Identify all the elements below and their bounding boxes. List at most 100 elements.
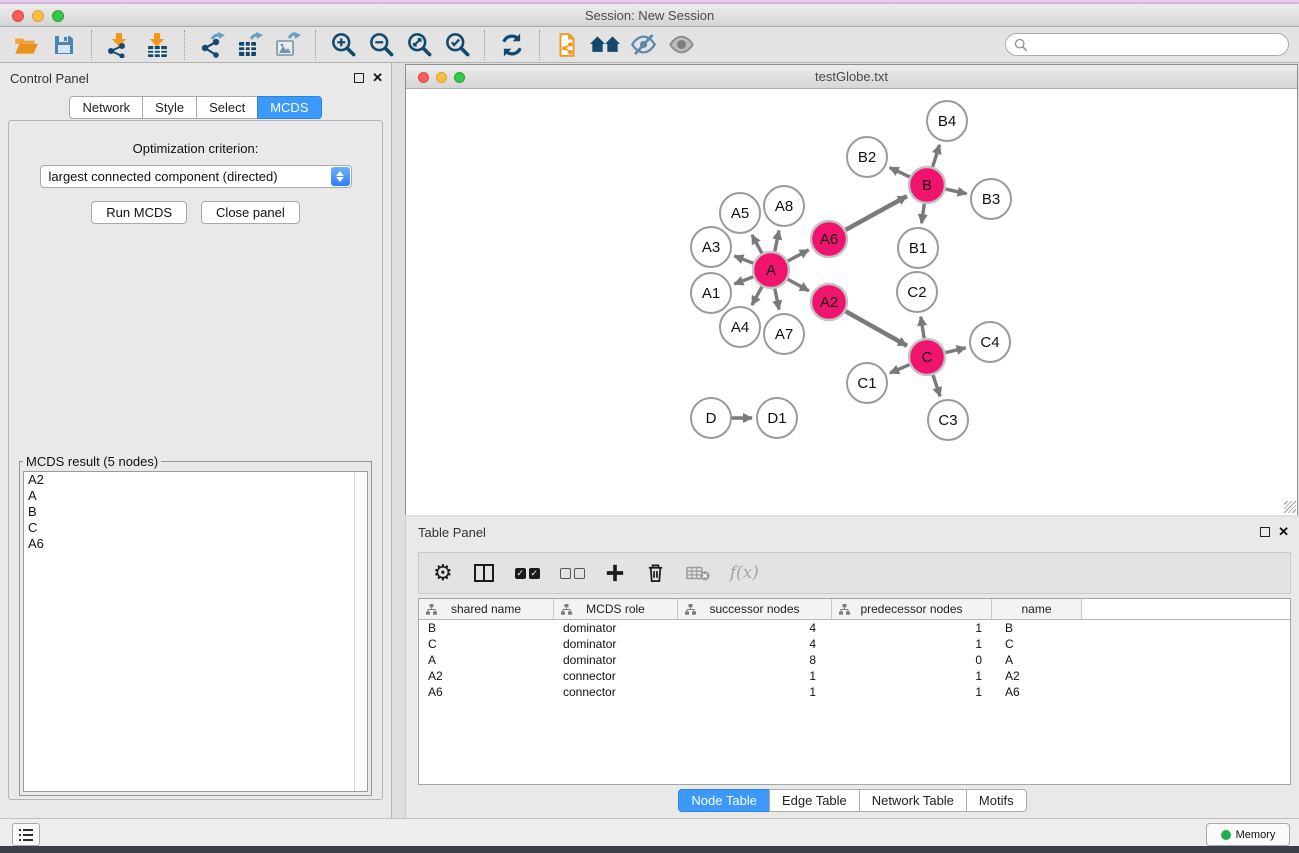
graph-edge-A-A4[interactable] <box>752 287 762 305</box>
node-table[interactable]: shared name MCDS role successor nodes pr… <box>418 598 1291 785</box>
graph-node-label-C4: C4 <box>980 334 999 351</box>
tab-network[interactable]: Network <box>69 96 143 119</box>
result-list-item[interactable]: B <box>24 504 367 520</box>
export-network-button[interactable] <box>196 29 228 61</box>
graph-edge-A-A8[interactable] <box>775 230 779 251</box>
column-header-name[interactable]: name <box>992 599 1082 619</box>
delete-column-button[interactable] <box>645 562 666 584</box>
graph-edge-A-A2[interactable] <box>788 279 809 291</box>
search-input[interactable] <box>1033 38 1280 52</box>
zoom-out-icon <box>368 31 395 58</box>
graph-edge-C-C4[interactable] <box>945 348 965 353</box>
cell-successor-nodes: 4 <box>678 636 832 652</box>
result-list-scrollbar[interactable] <box>354 472 367 791</box>
tab-edge-table[interactable]: Edge Table <box>769 789 860 812</box>
graph-edge-A-A1[interactable] <box>734 277 753 284</box>
result-list-item[interactable]: A6 <box>24 536 367 552</box>
network-minimize-button[interactable] <box>436 72 447 83</box>
table-row[interactable]: B dominator 4 1 B <box>419 620 1290 636</box>
column-header-mcds-role[interactable]: MCDS role <box>554 599 678 619</box>
column-header-successor-nodes[interactable]: successor nodes <box>678 599 832 619</box>
table-row[interactable]: A dominator 8 0 A <box>419 652 1290 668</box>
graph-node-label-A2: A2 <box>820 294 838 311</box>
graph-edge-A-A6[interactable] <box>788 250 809 261</box>
column-header-shared-name[interactable]: shared name <box>419 599 554 619</box>
tab-node-table[interactable]: Node Table <box>678 789 770 812</box>
tab-style[interactable]: Style <box>142 96 197 119</box>
network-window-titlebar[interactable]: testGlobe.txt <box>406 65 1297 89</box>
column-header-predecessor-nodes[interactable]: predecessor nodes <box>832 599 992 619</box>
graph-edge-B-B2[interactable] <box>890 168 910 177</box>
graph-edge-A-A3[interactable] <box>734 256 753 263</box>
window-resize-handle[interactable] <box>1284 501 1296 513</box>
result-list-item[interactable]: A2 <box>24 472 367 488</box>
table-settings-button[interactable]: ⚙ <box>433 562 453 584</box>
memory-button[interactable]: Memory <box>1206 823 1290 846</box>
close-panel-icon[interactable]: ✕ <box>1278 527 1289 537</box>
graph-edge-A2-C[interactable] <box>846 311 907 345</box>
table-tabs: Node Table Edge Table Network Table Moti… <box>406 789 1299 812</box>
zoom-window-button[interactable] <box>52 10 64 22</box>
tab-motifs[interactable]: Motifs <box>966 789 1027 812</box>
result-list-item[interactable]: C <box>24 520 367 536</box>
select-all-button[interactable]: ✓ ✓ <box>515 568 540 579</box>
tab-select[interactable]: Select <box>196 96 258 119</box>
graph-nodes[interactable]: AA1A2A3A4A5A6A7A8BB1B2B3B4CC1C2C3C4DD1 <box>691 101 1011 440</box>
deselect-all-button[interactable] <box>560 568 585 579</box>
network-canvas[interactable]: AA1A2A3A4A5A6A7A8BB1B2B3B4CC1C2C3C4DD1 <box>406 89 1297 515</box>
tab-network-table[interactable]: Network Table <box>859 789 967 812</box>
export-table-button[interactable] <box>234 29 266 61</box>
graph-edge-C-C1[interactable] <box>890 365 910 374</box>
graph-edge-C-C3[interactable] <box>933 375 940 396</box>
table-row[interactable]: C dominator 4 1 C <box>419 636 1290 652</box>
delete-table-button[interactable] <box>686 564 710 582</box>
home-button[interactable] <box>589 29 621 61</box>
graph-edge-B-B1[interactable] <box>922 204 925 223</box>
open-session-button[interactable] <box>10 29 42 61</box>
graph-edge-C-C2[interactable] <box>921 317 924 339</box>
zoom-selected-button[interactable] <box>441 29 473 61</box>
close-window-button[interactable] <box>12 10 24 22</box>
function-builder-button[interactable]: f(x) <box>730 563 759 583</box>
cell-mcds-role: connector <box>554 684 678 700</box>
cell-name: C <box>992 636 1082 652</box>
minimize-window-button[interactable] <box>32 10 44 22</box>
show-column-button[interactable] <box>473 562 495 584</box>
float-panel-icon[interactable] <box>1260 527 1270 537</box>
tab-mcds[interactable]: MCDS <box>257 96 321 119</box>
graph-node-label-B: B <box>922 177 932 194</box>
cell-predecessor-nodes: 1 <box>832 684 992 700</box>
export-image-button[interactable] <box>272 29 304 61</box>
zoom-in-button[interactable] <box>327 29 359 61</box>
show-panel-button[interactable] <box>12 823 40 846</box>
graph-edge-B-B4[interactable] <box>933 145 940 167</box>
mcds-result-list[interactable]: A2 A B C A6 <box>23 471 368 792</box>
network-from-file-button[interactable] <box>551 29 583 61</box>
result-list-item[interactable]: A <box>24 488 367 504</box>
table-row[interactable]: A6 connector 1 1 A6 <box>419 684 1290 700</box>
toolbar-search-field[interactable] <box>1005 33 1289 56</box>
table-row[interactable]: A2 connector 1 1 A2 <box>419 668 1290 684</box>
criterion-select[interactable]: largest connected component (directed) <box>40 165 352 188</box>
network-close-button[interactable] <box>418 72 429 83</box>
zoom-out-button[interactable] <box>365 29 397 61</box>
run-mcds-button[interactable]: Run MCDS <box>91 201 187 224</box>
zoom-fit-button[interactable] <box>403 29 435 61</box>
graph-edge-A6-B[interactable] <box>846 196 907 230</box>
apply-layout-button[interactable] <box>496 29 528 61</box>
show-details-button[interactable] <box>665 29 697 61</box>
float-panel-icon[interactable] <box>354 73 364 83</box>
hide-details-button[interactable] <box>627 29 659 61</box>
import-table-button[interactable] <box>141 29 173 61</box>
close-panel-button[interactable]: Close panel <box>201 201 300 224</box>
save-session-button[interactable] <box>48 29 80 61</box>
import-network-button[interactable] <box>103 29 135 61</box>
network-graph-svg[interactable]: AA1A2A3A4A5A6A7A8BB1B2B3B4CC1C2C3C4DD1 <box>406 89 1297 515</box>
add-column-button[interactable] <box>605 563 625 583</box>
graph-edge-A-A5[interactable] <box>752 235 762 253</box>
mcds-result-title: MCDS result (5 nodes) <box>23 454 161 469</box>
graph-edge-A-A7[interactable] <box>775 289 779 310</box>
graph-edge-B-B3[interactable] <box>946 189 967 194</box>
network-zoom-button[interactable] <box>454 72 465 83</box>
close-panel-icon[interactable]: ✕ <box>372 73 383 83</box>
